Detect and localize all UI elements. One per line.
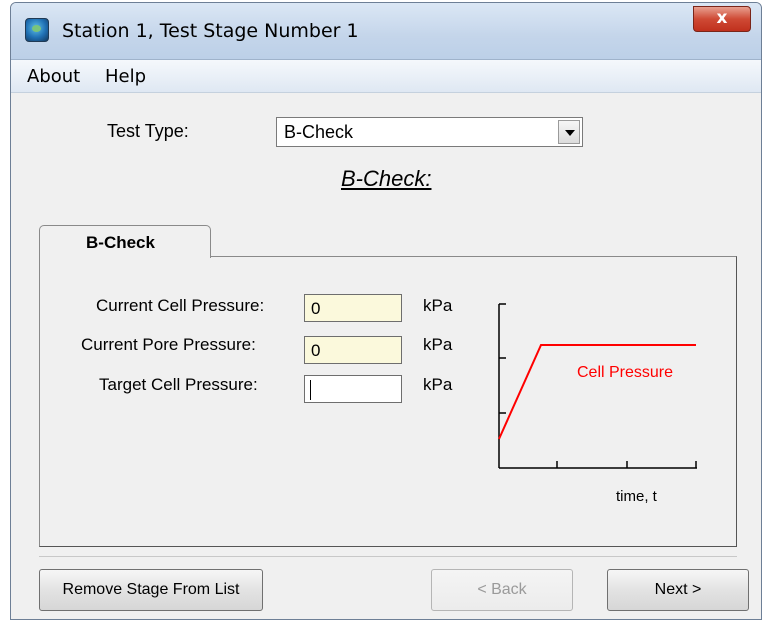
target-cell-pressure-label: Target Cell Pressure: — [99, 375, 258, 394]
current-pore-pressure-label: Current Pore Pressure: — [81, 335, 256, 354]
menu-bar: About Help — [11, 60, 761, 93]
current-pore-pressure-unit: kPa — [423, 335, 453, 354]
next-label: Next > — [654, 581, 702, 598]
app-icon — [25, 18, 49, 42]
menu-help[interactable]: Help — [105, 66, 146, 87]
window-title: Station 1, Test Stage Number 1 — [62, 20, 359, 42]
target-cell-pressure-unit: kPa — [423, 375, 453, 394]
test-type-label: Test Type: — [107, 121, 189, 141]
time-axis-label: time, t — [616, 488, 658, 505]
back-label: < Back — [477, 581, 527, 598]
current-pore-pressure-value: 0 — [311, 341, 321, 360]
close-icon: x — [716, 8, 728, 28]
current-cell-pressure-unit: kPa — [423, 296, 453, 315]
remove-stage-button[interactable]: Remove Stage From List — [39, 569, 263, 611]
tab-label: B-Check — [86, 233, 155, 252]
target-cell-pressure-field[interactable] — [304, 375, 402, 403]
current-cell-pressure-value: 0 — [311, 299, 321, 318]
menu-about[interactable]: About — [27, 66, 80, 87]
cell-pressure-line — [498, 344, 696, 440]
text-caret — [310, 380, 311, 400]
next-button[interactable]: Next > — [607, 569, 749, 611]
chevron-down-icon[interactable] — [558, 120, 580, 144]
current-pore-pressure-field[interactable]: 0 — [304, 336, 402, 364]
test-type-select[interactable]: B-Check — [276, 117, 583, 147]
test-type-value: B-Check — [284, 122, 354, 142]
current-cell-pressure-field[interactable]: 0 — [304, 294, 402, 322]
current-cell-pressure-label: Current Cell Pressure: — [96, 296, 265, 315]
title-bar[interactable]: Station 1, Test Stage Number 1 x — [11, 3, 761, 60]
tab-b-check[interactable]: B-Check — [39, 225, 211, 258]
dialog-window: Station 1, Test Stage Number 1 x About H… — [10, 2, 762, 620]
remove-stage-label: Remove Stage From List — [62, 581, 240, 598]
back-button[interactable]: < Back — [431, 569, 573, 611]
cell-pressure-series-label: Cell Pressure — [577, 364, 673, 381]
button-divider — [39, 556, 737, 557]
cell-pressure-diagram: Cell Pressure time, t — [498, 303, 697, 505]
section-heading: B-Check: — [341, 166, 432, 191]
close-button[interactable]: x — [693, 6, 751, 32]
